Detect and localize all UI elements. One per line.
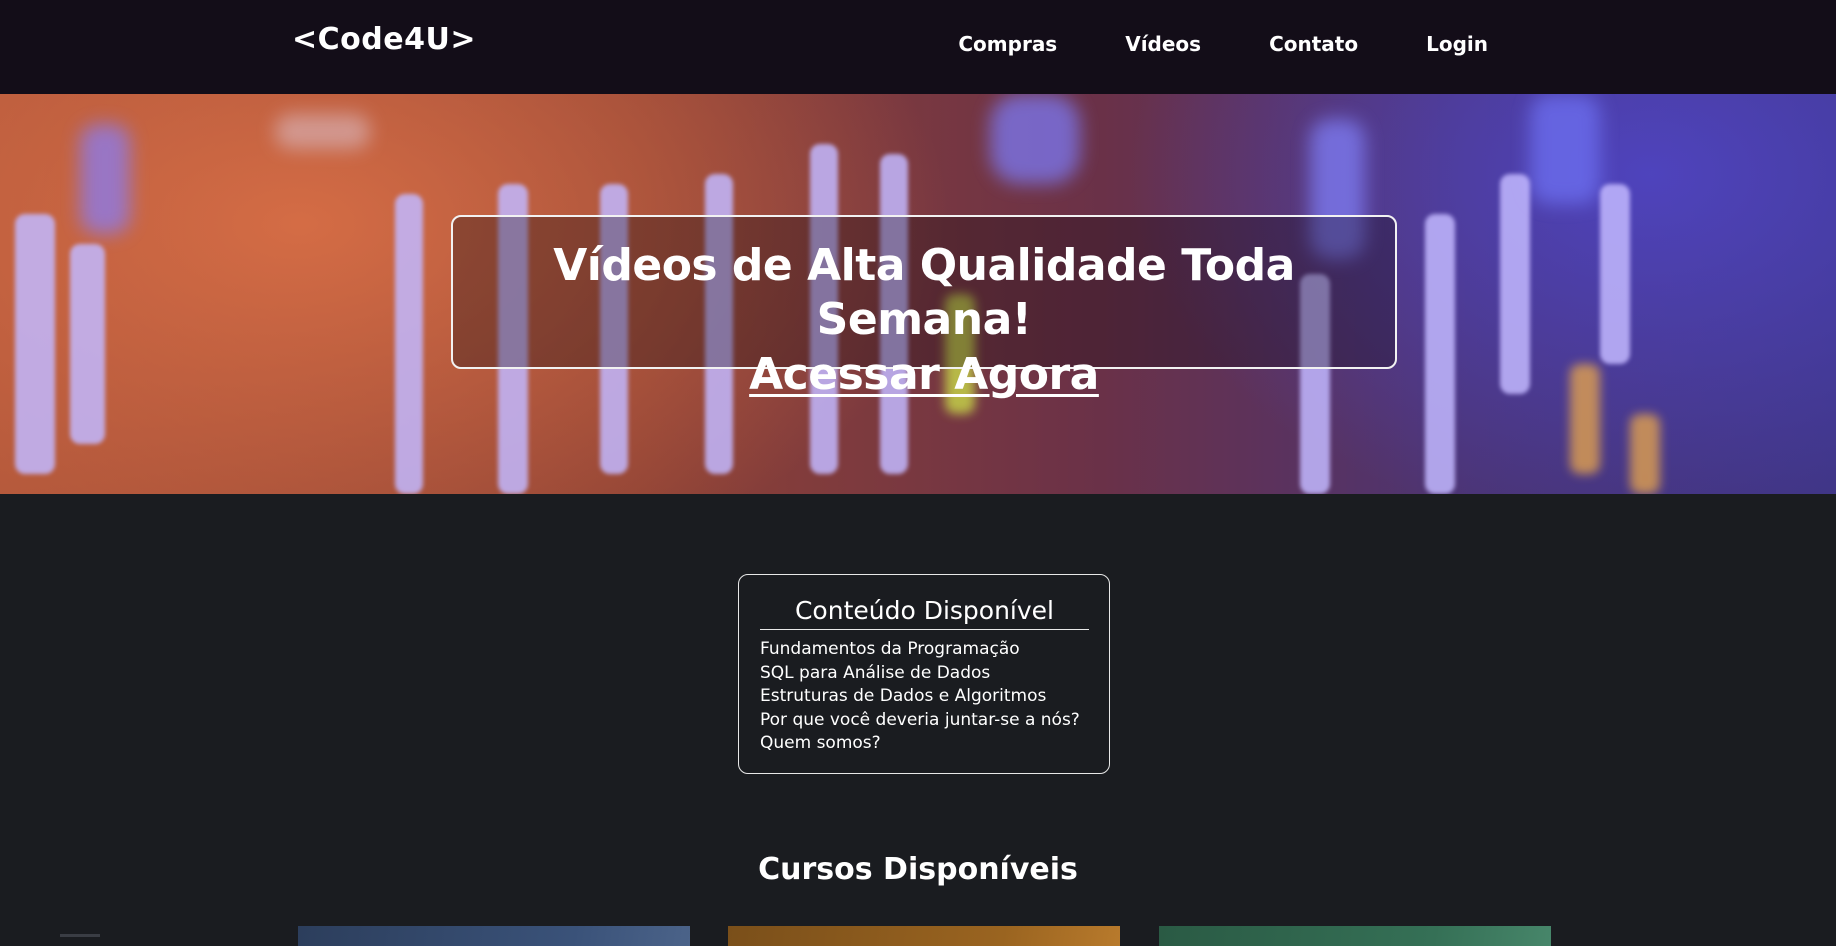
access-now-link[interactable]: Acessar Agora — [749, 347, 1099, 403]
content-link-estruturas[interactable]: Estruturas de Dados e Algoritmos — [760, 685, 1089, 709]
content-list: Fundamentos da Programação SQL para Anál… — [760, 638, 1089, 756]
hero-title: Vídeos de Alta Qualidade Toda Semana! — [553, 240, 1295, 345]
nav-link-compras[interactable]: Compras — [958, 32, 1057, 56]
main-nav: Compras Vídeos Contato Login — [890, 32, 1488, 56]
nav-link-login[interactable]: Login — [1426, 32, 1488, 56]
site-logo[interactable]: <Code4U> — [292, 22, 476, 57]
content-panel-title: Conteúdo Disponível — [760, 595, 1089, 630]
content-link-sql[interactable]: SQL para Análise de Dados — [760, 662, 1089, 686]
list-item: Por que você deveria juntar-se a nós? — [760, 709, 1089, 733]
hero-callout: Vídeos de Alta Qualidade Toda Semana! Ac… — [451, 215, 1397, 400]
top-navbar: <Code4U> Compras Vídeos Contato Login — [0, 0, 1836, 94]
course-card[interactable] — [728, 926, 1120, 946]
course-card[interactable] — [298, 926, 690, 946]
list-item: SQL para Análise de Dados — [760, 662, 1089, 686]
hero-banner: Vídeos de Alta Qualidade Toda Semana! Ac… — [0, 94, 1836, 494]
nav-link-videos[interactable]: Vídeos — [1125, 32, 1201, 56]
content-panel: Conteúdo Disponível Fundamentos da Progr… — [738, 574, 1110, 774]
courses-section-title: Cursos Disponíveis — [758, 852, 1078, 887]
content-link-fundamentos[interactable]: Fundamentos da Programação — [760, 638, 1089, 662]
list-item: Fundamentos da Programação — [760, 638, 1089, 662]
nav-link-contato[interactable]: Contato — [1269, 32, 1358, 56]
list-item: Estruturas de Dados e Algoritmos — [760, 685, 1089, 709]
list-item: Quem somos? — [760, 732, 1089, 756]
content-link-porque[interactable]: Por que você deveria juntar-se a nós? — [760, 709, 1089, 733]
course-card[interactable] — [1159, 926, 1551, 946]
content-link-quem-somos[interactable]: Quem somos? — [760, 732, 1089, 756]
